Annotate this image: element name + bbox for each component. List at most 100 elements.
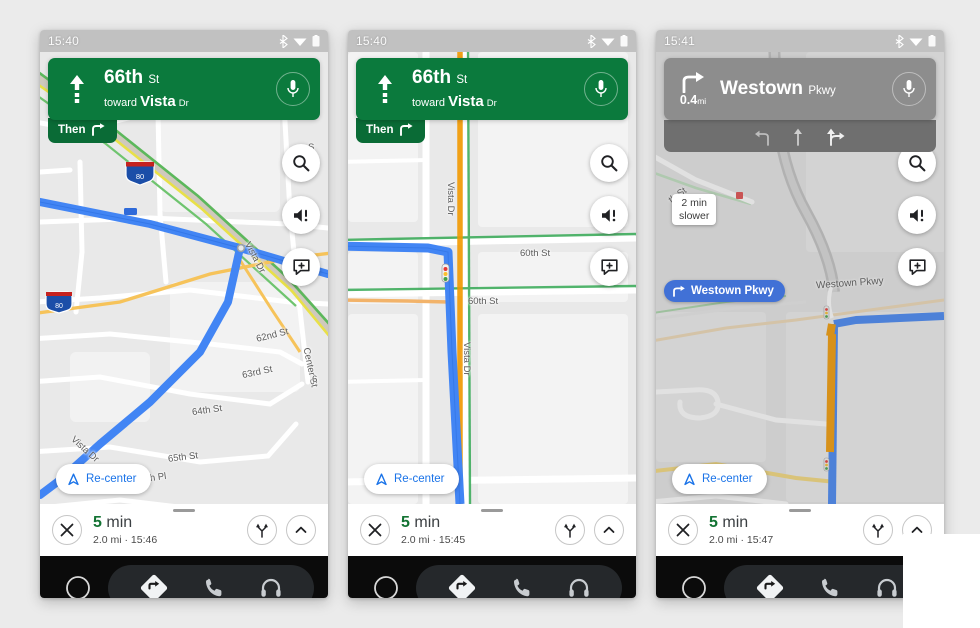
- svg-text:80: 80: [55, 303, 63, 310]
- home-button[interactable]: [54, 575, 102, 598]
- maps-navigation-button[interactable]: [447, 573, 477, 598]
- map-controls-3: [898, 144, 936, 286]
- then-label: Then: [58, 123, 86, 136]
- svg-text:80: 80: [136, 172, 144, 181]
- microphone-button[interactable]: [584, 72, 618, 107]
- search-icon: [909, 155, 926, 172]
- then-chip: Then: [48, 118, 118, 143]
- status-bar: 15:41: [656, 30, 944, 52]
- status-bar: 15:40: [40, 30, 328, 52]
- add-report-button[interactable]: [898, 248, 936, 286]
- interstate-shield: 80: [125, 161, 155, 186]
- map-area-2[interactable]: 60th St 60th St Vista Dr Vista Dr 66th S…: [348, 52, 636, 504]
- lane-guidance: [664, 120, 936, 152]
- status-system-icons: [279, 34, 320, 48]
- eta-info: 5 min 2.0 mi · 15:45: [401, 514, 546, 546]
- wifi-icon: [601, 38, 615, 46]
- headphones-icon: [261, 578, 281, 597]
- add-report-button[interactable]: [590, 248, 628, 286]
- lane-left-icon: [755, 130, 769, 146]
- eta-info: 5 min 2.0 mi · 15:46: [93, 514, 238, 546]
- map-area-1[interactable]: 80 80 62nd St 63rd St 64th St 65th St Ce…: [40, 52, 328, 504]
- slower-route-badge[interactable]: 2 min slower: [672, 194, 717, 226]
- eta-sheet-2[interactable]: 5 min 2.0 mi · 15:45: [348, 504, 636, 556]
- add-report-icon: [292, 258, 310, 275]
- maneuver-icon-group: [364, 73, 406, 105]
- volume-alert-icon: [293, 208, 307, 222]
- status-clock: 15:40: [356, 34, 388, 48]
- close-navigation-button[interactable]: [360, 515, 390, 545]
- recenter-navigation-icon: [684, 473, 695, 485]
- phone-button[interactable]: [202, 576, 226, 598]
- microphone-icon: [903, 80, 915, 97]
- status-clock: 15:40: [48, 34, 80, 48]
- nav-app-group: [416, 565, 622, 598]
- recenter-button[interactable]: Re-center: [56, 464, 151, 494]
- navigation-header: 66th St toward Vista Dr: [356, 58, 628, 121]
- route-pill-label: Westown Pkwy: [691, 285, 774, 297]
- phone-icon: [205, 578, 222, 597]
- headphones-icon: [877, 578, 897, 597]
- system-nav-bar-3: [656, 556, 944, 598]
- lane-straight-icon: [794, 128, 802, 146]
- alternate-routes-button[interactable]: [863, 515, 893, 545]
- alternate-routes-icon: [256, 523, 268, 538]
- close-icon: [368, 523, 382, 537]
- search-button[interactable]: [590, 144, 628, 182]
- home-button[interactable]: [362, 575, 410, 598]
- bluetooth-icon: [279, 34, 288, 48]
- expand-sheet-button[interactable]: [594, 515, 624, 545]
- route-street-pill[interactable]: Westown Pkwy: [664, 280, 785, 302]
- alternate-routes-button[interactable]: [555, 515, 585, 545]
- turn-right-icon: [92, 123, 106, 136]
- maps-navigation-button[interactable]: [139, 573, 169, 598]
- maps-navigation-button[interactable]: [755, 573, 785, 598]
- add-report-icon: [600, 258, 618, 275]
- microphone-button[interactable]: [892, 72, 926, 106]
- media-button[interactable]: [259, 576, 283, 598]
- header-text: 66th St toward Vista Dr: [98, 67, 276, 111]
- volume-alert-button[interactable]: [590, 196, 628, 234]
- microphone-icon: [595, 80, 607, 98]
- system-nav-bar-1: [40, 556, 328, 598]
- home-button[interactable]: [670, 575, 718, 598]
- volume-alert-button[interactable]: [282, 196, 320, 234]
- eta-sheet-3[interactable]: 5 min 2.0 mi · 15:47: [656, 504, 944, 556]
- recenter-button[interactable]: Re-center: [364, 464, 459, 494]
- expand-sheet-button[interactable]: [286, 515, 316, 545]
- search-button[interactable]: [282, 144, 320, 182]
- then-chip: Then: [356, 118, 426, 143]
- eta-sheet-1[interactable]: 5 min 2.0 mi · 15:46: [40, 504, 328, 556]
- straight-arrow-icon: [70, 75, 84, 104]
- sheet-grip[interactable]: [481, 509, 503, 512]
- microphone-button[interactable]: [276, 72, 310, 107]
- alternate-routes-button[interactable]: [247, 515, 277, 545]
- navigation-header: 66th St toward Vista Dr: [48, 58, 320, 121]
- media-button[interactable]: [567, 576, 591, 598]
- close-navigation-button[interactable]: [668, 515, 698, 545]
- header-text: Westown Pkwy: [714, 78, 892, 100]
- recenter-navigation-icon: [376, 473, 387, 485]
- recenter-button[interactable]: Re-center: [672, 464, 767, 494]
- volume-alert-button[interactable]: [898, 196, 936, 234]
- sheet-grip[interactable]: [173, 509, 195, 512]
- close-navigation-button[interactable]: [52, 515, 82, 545]
- media-button[interactable]: [875, 576, 899, 598]
- sheet-grip[interactable]: [789, 509, 811, 512]
- map-area-3[interactable]: Westown Pkwy th St 0.4mi Westown Pkwy: [656, 52, 944, 504]
- navigation-header: 0.4mi Westown Pkwy: [664, 58, 936, 120]
- nav-app-group: [108, 565, 314, 598]
- eta-detail: 2.0 mi · 15:45: [401, 533, 466, 546]
- eta-info: 5 min 2.0 mi · 15:47: [709, 514, 854, 546]
- add-report-button[interactable]: [282, 248, 320, 286]
- map-controls-1: [282, 144, 320, 286]
- home-circle-icon: [374, 576, 398, 598]
- maneuver-distance: 0.4mi: [679, 93, 707, 108]
- bluetooth-icon: [895, 34, 904, 48]
- phone-button[interactable]: [510, 576, 534, 598]
- phone-button[interactable]: [818, 576, 842, 598]
- nav-app-group: [724, 565, 930, 598]
- phone-3: 15:41 Westown Pkwy St 0.4mi Westown Pkwy…: [656, 30, 944, 598]
- header-street: 66th St: [104, 67, 160, 88]
- maneuver-icon-group: 0.4mi: [672, 71, 714, 107]
